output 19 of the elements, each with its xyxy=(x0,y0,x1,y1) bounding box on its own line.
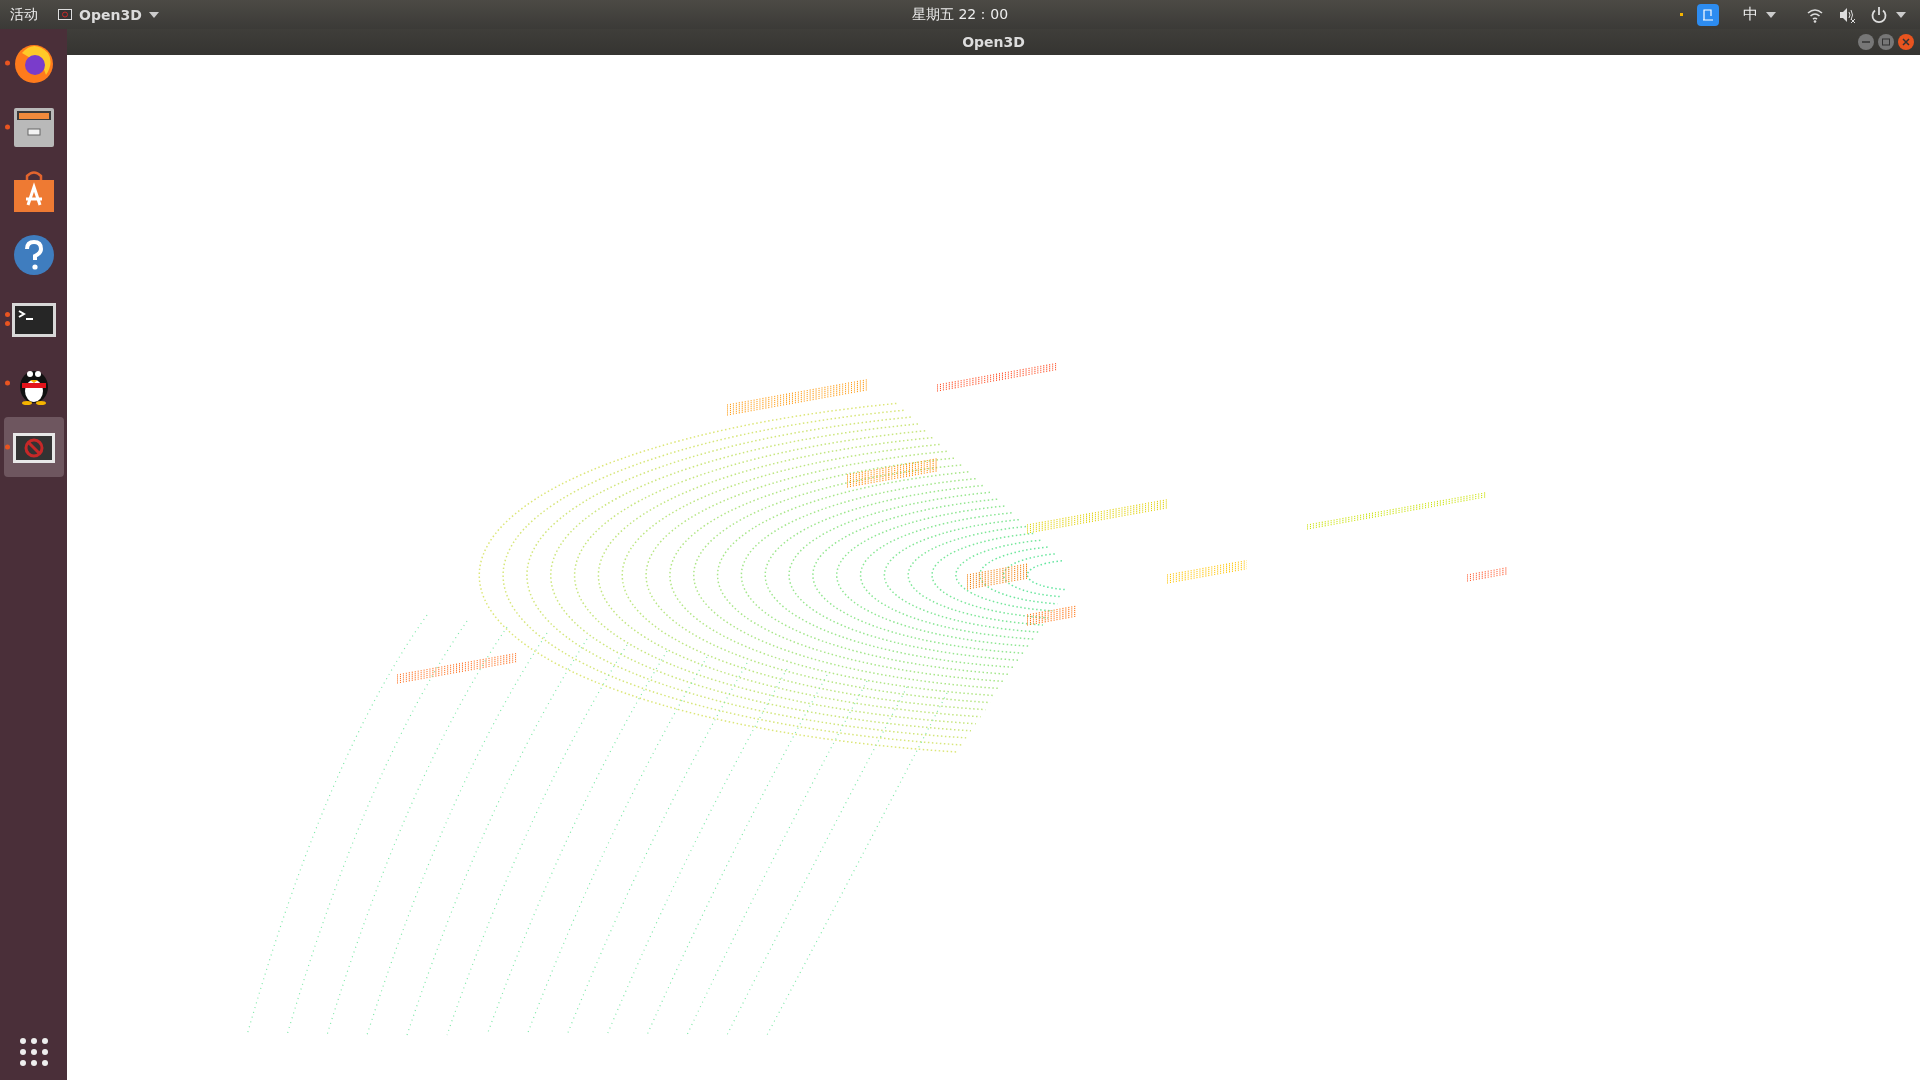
maximize-button[interactable] xyxy=(1878,34,1894,50)
minimize-button[interactable] xyxy=(1858,34,1874,50)
caret-icon xyxy=(1896,11,1906,18)
window-thumbnail-icon xyxy=(58,9,72,20)
shopping-bag-icon xyxy=(11,169,56,213)
dock-item[interactable] xyxy=(3,417,64,477)
input-method-menu[interactable]: 中 xyxy=(1743,5,1776,24)
caret-icon xyxy=(148,11,159,18)
caret-icon xyxy=(1766,11,1776,18)
app-menu[interactable]: Open3D xyxy=(58,6,159,23)
close-button[interactable] xyxy=(1898,34,1914,50)
app-grid-icon[interactable] xyxy=(17,1036,50,1068)
help-icon xyxy=(11,233,56,277)
window-title: Open3D xyxy=(962,34,1025,50)
clock[interactable]: 星期五 22：00 xyxy=(911,5,1009,24)
activities-button[interactable]: 活动 xyxy=(10,5,38,24)
app-tray-icon[interactable] xyxy=(1697,3,1719,26)
power-menu[interactable] xyxy=(1870,5,1906,24)
file-cabinet-icon xyxy=(11,105,56,149)
